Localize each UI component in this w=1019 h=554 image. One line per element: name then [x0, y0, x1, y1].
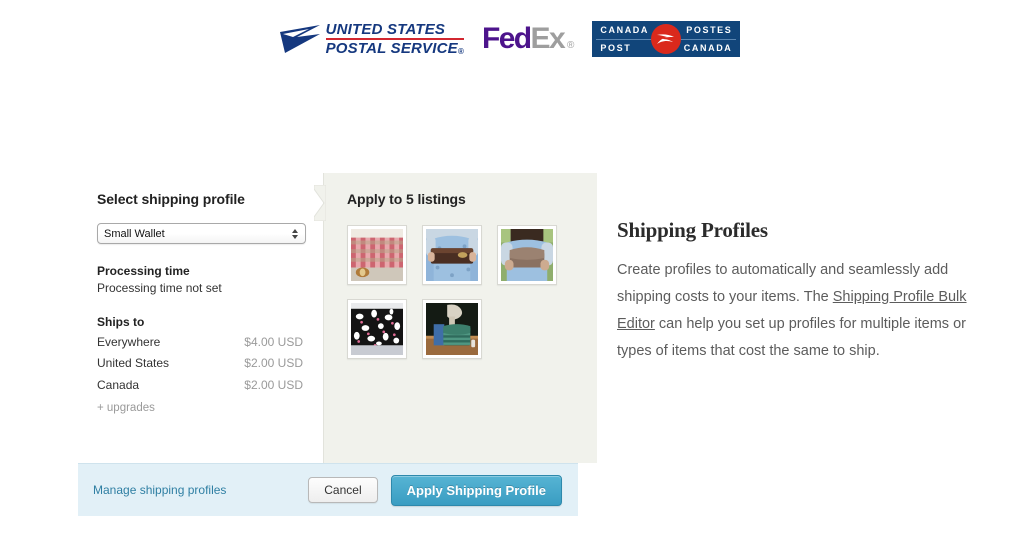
panel-chevron-notch-icon [313, 184, 327, 222]
help-body: Create profiles to automatically and sea… [617, 257, 967, 365]
listing-thumbnail[interactable] [497, 225, 557, 285]
dialog-footer: Manage shipping profiles Cancel Apply Sh… [78, 463, 578, 516]
listing-thumbnail-image [501, 227, 553, 285]
listing-thumbnail-grid [347, 225, 577, 359]
listing-thumbnail[interactable] [347, 299, 407, 359]
apply-shipping-profile-button[interactable]: Apply Shipping Profile [390, 474, 562, 506]
usps-logo: UNITED STATES POSTAL SERVICE® [279, 22, 464, 56]
usps-eagle-icon [279, 24, 321, 54]
listing-thumbnail[interactable] [347, 225, 407, 285]
ships-to-label: Ships to [97, 315, 145, 329]
chevron-updown-icon [290, 228, 299, 239]
usps-line-1: UNITED STATES [325, 22, 464, 40]
fedex-wordmark-ex: Ex [530, 22, 566, 55]
apply-shipping-profile-dialog: Select shipping profile Small Wallet Pro… [78, 173, 597, 516]
usps-wordmark: UNITED STATES POSTAL SERVICE® [325, 22, 464, 57]
apply-to-listings-heading: Apply to 5 listings [347, 191, 466, 207]
processing-time-label: Processing time [97, 264, 190, 278]
listing-thumbnail[interactable] [422, 225, 482, 285]
apply-to-listings-panel: Apply to 5 listings [313, 173, 597, 463]
ships-to-row: Everywhere $4.00 USD [97, 332, 303, 353]
fedex-logo: Fed Ex ® [482, 24, 574, 54]
select-shipping-profile-panel: Select shipping profile Small Wallet Pro… [78, 173, 323, 463]
shipping-profile-select-value: Small Wallet [104, 227, 165, 240]
ships-to-price: $4.00 USD [244, 335, 303, 349]
ships-to-destination: Everywhere [97, 335, 161, 349]
canada-post-bird-icon [651, 24, 682, 54]
canada-post-logo: CANADA POSTES POST CANADA [592, 21, 741, 57]
ships-to-list: Everywhere $4.00 USD United States $2.00… [97, 332, 303, 396]
cancel-button[interactable]: Cancel [308, 477, 378, 503]
listing-thumbnail-image [426, 229, 478, 285]
ships-to-price: $2.00 USD [244, 356, 303, 371]
listing-thumbnail[interactable] [422, 299, 482, 359]
ships-to-row: United States $2.00 USD [97, 353, 303, 374]
ships-to-price: $2.00 USD [244, 377, 303, 392]
help-title: Shipping Profiles [617, 218, 768, 242]
shipping-profile-select[interactable]: Small Wallet [97, 223, 306, 244]
ships-to-destination: Canada [97, 377, 140, 392]
listing-thumbnail-image [351, 229, 403, 285]
listing-thumbnail-image [351, 303, 403, 359]
usps-line-2: POSTAL SERVICE® [325, 40, 464, 57]
upgrades-toggle[interactable]: + upgrades [97, 402, 303, 414]
carrier-logo-strip: UNITED STATES POSTAL SERVICE® Fed Ex ® CAN… [0, 18, 1019, 60]
dialog-body: Select shipping profile Small Wallet Pro… [78, 173, 597, 463]
shipping-profiles-help: Shipping Profiles Create profiles to aut… [617, 218, 967, 365]
select-shipping-profile-heading: Select shipping profile [97, 191, 245, 207]
fedex-wordmark-fed: Fed [481, 22, 532, 55]
ships-to-row: Canada $2.00 USD [97, 375, 303, 396]
fedex-registered-mark: ® [567, 40, 575, 51]
listing-thumbnail-image [426, 303, 478, 359]
ships-to-destination: United States [97, 356, 170, 371]
help-text-after: can help you set up profiles for multipl… [617, 316, 966, 359]
processing-time-value: Processing time not set [97, 281, 222, 295]
manage-shipping-profiles-link[interactable]: Manage shipping profiles [93, 483, 308, 497]
usps-registered-mark: ® [457, 47, 464, 56]
